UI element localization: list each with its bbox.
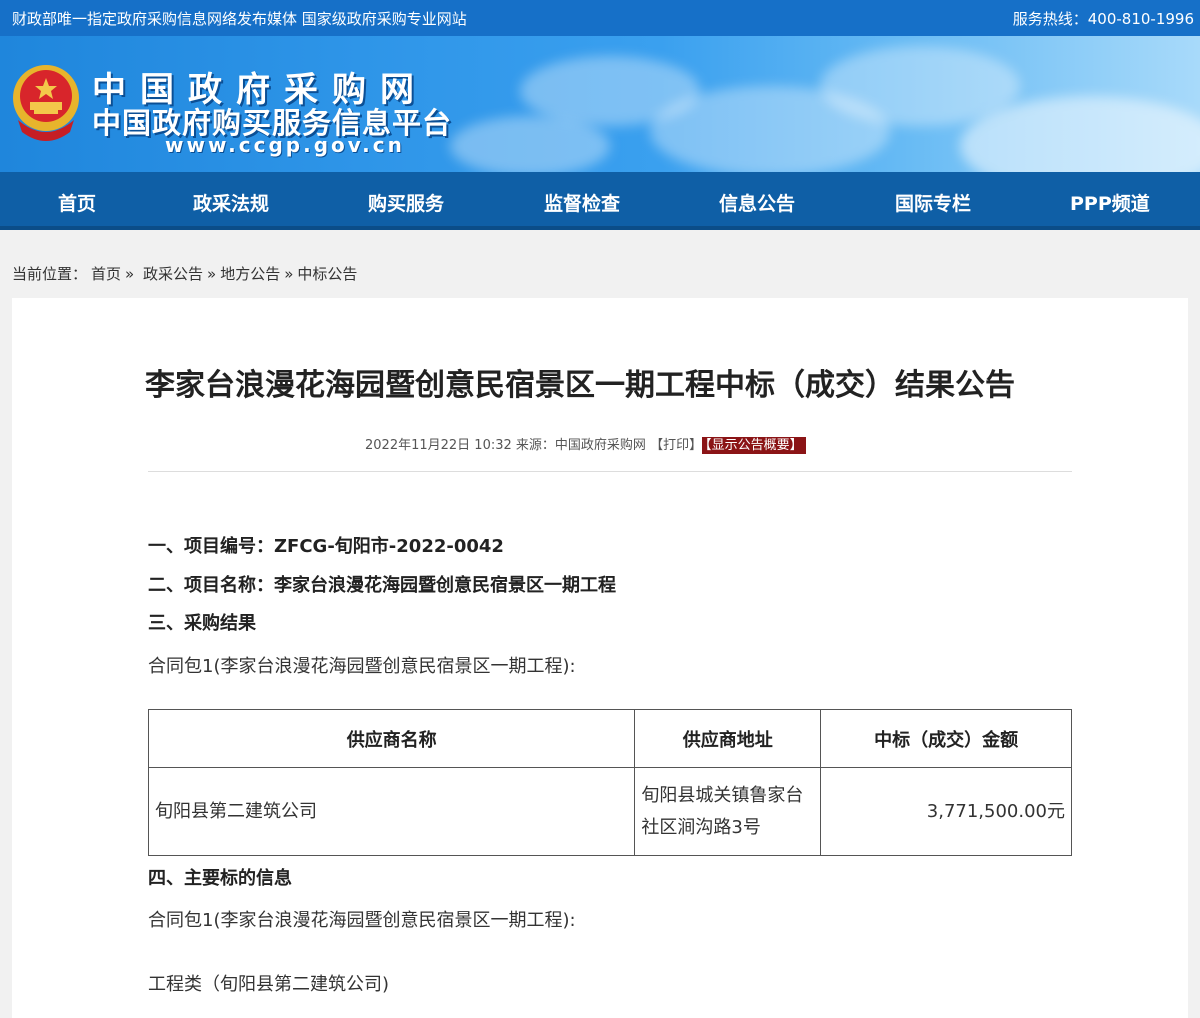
contract-package-label: 合同包1(李家台浪漫花海园暨创意民宿景区一期工程): (148, 656, 576, 677)
contract-package-label-2: 合同包1(李家台浪漫花海园暨创意民宿景区一期工程): (148, 910, 576, 931)
breadcrumb-award[interactable]: 中标公告 (297, 265, 357, 283)
nav-supervision[interactable]: 监督检查 (544, 189, 620, 216)
result-table: 供应商名称 供应商地址 中标（成交）金额 旬阳县第二建筑公司 旬阳县城关镇鲁家台… (147, 709, 1072, 856)
print-link[interactable]: 【打印】 (650, 438, 702, 453)
breadcrumb-procurement[interactable]: 政采公告 (143, 265, 203, 283)
cell-supplier-name: 旬阳县第二建筑公司 (147, 767, 636, 856)
service-hotline: 服务热线：400-810-1996 (1012, 10, 1194, 28)
table-row: 旬阳县第二建筑公司 旬阳县城关镇鲁家台社区涧沟路3号 3,771,500.00元 (147, 767, 1072, 856)
show-summary-button[interactable]: 【显示公告概要】 (702, 437, 806, 454)
publish-datetime: 2022年11月22日 10:32 (365, 438, 512, 453)
national-emblem-icon (13, 65, 79, 141)
header-award-amount: 中标（成交）金额 (820, 709, 1072, 768)
table-header-row: 供应商名称 供应商地址 中标（成交）金额 (147, 709, 1072, 768)
top-bar: 财政部唯一指定政府采购信息网络发布媒体 国家级政府采购专业网站 服务热线：400… (0, 0, 1200, 36)
header-supplier-address: 供应商地址 (634, 709, 822, 768)
nav-ppp[interactable]: PPP频道 (1070, 189, 1150, 216)
project-category: 工程类（旬阳县第二建筑公司) (148, 974, 390, 995)
breadcrumb-local[interactable]: 地方公告 (220, 265, 280, 283)
section-procurement-result: 三、采购结果 (148, 613, 256, 634)
nav-announcements[interactable]: 信息公告 (719, 189, 795, 216)
breadcrumb-prefix: 当前位置： (12, 265, 88, 283)
breadcrumb: 当前位置： 首页» 政采公告» 地方公告» 中标公告 (12, 263, 361, 284)
nav-regulations[interactable]: 政采法规 (193, 189, 269, 216)
cell-supplier-address: 旬阳县城关镇鲁家台社区涧沟路3号 (634, 767, 822, 856)
cell-award-amount: 3,771,500.00元 (820, 767, 1072, 856)
section-project-name: 二、项目名称：李家台浪漫花海园暨创意民宿景区一期工程 (148, 575, 616, 596)
article-title: 李家台浪漫花海园暨创意民宿景区一期工程中标（成交）结果公告 (145, 368, 1015, 403)
nav-purchase-services[interactable]: 购买服务 (368, 189, 444, 216)
header-supplier-name: 供应商名称 (147, 709, 636, 768)
site-url: www.ccgp.gov.cn (165, 133, 405, 157)
nav-international[interactable]: 国际专栏 (895, 189, 971, 216)
breadcrumb-home[interactable]: 首页 (91, 265, 121, 283)
article-source: 来源：中国政府采购网 (515, 438, 646, 453)
nav-home[interactable]: 首页 (58, 189, 96, 216)
breadcrumb-separator: » (207, 265, 217, 283)
main-nav: 首页 政采法规 购买服务 监督检查 信息公告 国际专栏 PPP频道 (0, 172, 1200, 230)
breadcrumb-separator: » (284, 265, 294, 283)
section-main-items: 四、主要标的信息 (148, 868, 292, 889)
divider (148, 471, 1072, 472)
breadcrumb-separator: » (125, 265, 135, 283)
site-slogan: 财政部唯一指定政府采购信息网络发布媒体 国家级政府采购专业网站 (12, 10, 467, 28)
article-meta: 2022年11月22日 10:32 来源：中国政府采购网 【打印】 【显示公告概要… (365, 434, 806, 454)
section-project-number: 一、项目编号：ZFCG-旬阳市-2022-0042 (148, 536, 504, 557)
site-banner: 中国政府采购网 中国政府购买服务信息平台 www.ccgp.gov.cn (0, 36, 1200, 172)
